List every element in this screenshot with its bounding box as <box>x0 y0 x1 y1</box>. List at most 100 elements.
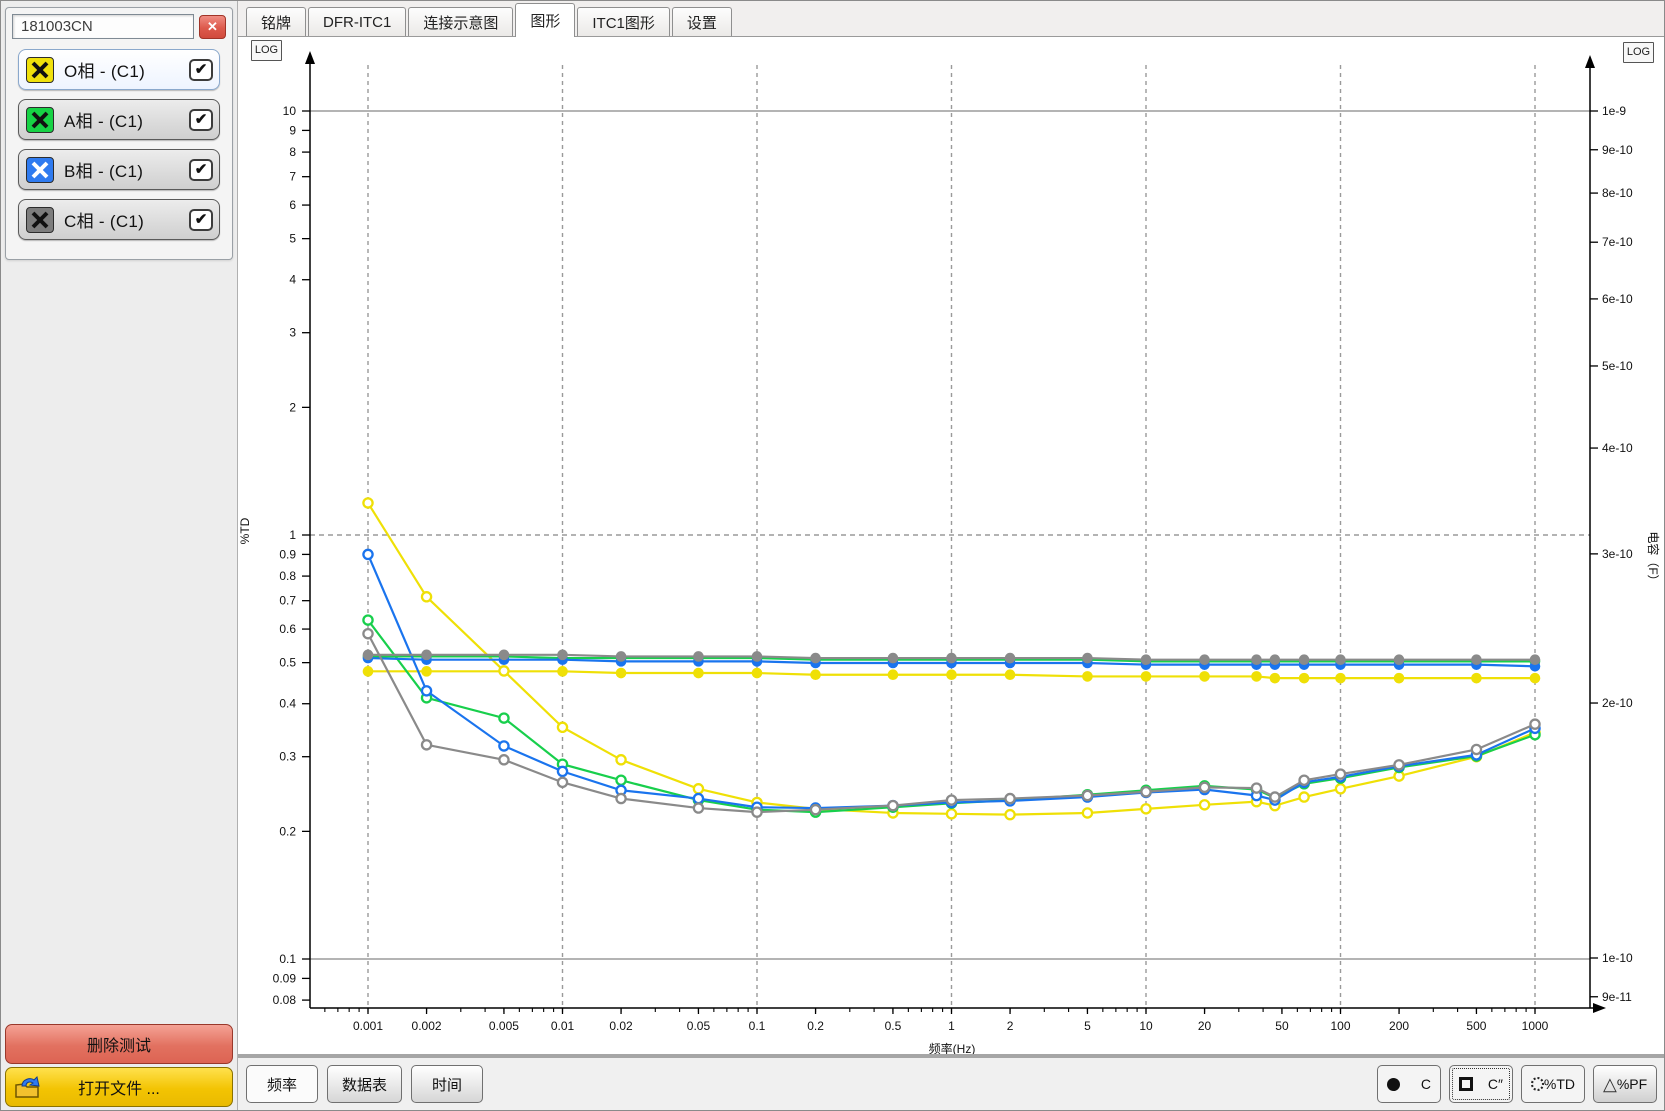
cap-data-point <box>1141 671 1152 682</box>
td-data-point <box>616 776 625 785</box>
axis-mode-数据表-button[interactable]: 数据表 <box>327 1065 402 1103</box>
svg-text:7e-10: 7e-10 <box>1602 235 1633 249</box>
cap-data-point <box>421 666 432 677</box>
cap-data-point <box>888 653 899 664</box>
td-data-point <box>558 723 567 732</box>
series-visibility-checkbox[interactable]: ✔ <box>189 209 213 231</box>
cap-data-point <box>616 668 627 679</box>
legend-list: O相 - (C1)✔ A相 - (C1)✔ B相 - (C1)✔ C相 - (C1)✔ <box>12 49 226 240</box>
svg-text:8: 8 <box>289 145 296 159</box>
td-data-point <box>1141 787 1150 796</box>
cap-data-point <box>1471 654 1482 665</box>
log-scale-left-button[interactable]: LOG <box>251 40 282 61</box>
cap-data-point <box>810 669 821 680</box>
tab-连接示意图[interactable]: 连接示意图 <box>408 7 513 36</box>
cap-data-point <box>1082 671 1093 682</box>
svg-text:1e-10: 1e-10 <box>1602 951 1633 965</box>
log-scale-right-button[interactable]: LOG <box>1623 42 1654 63</box>
series-x-icon <box>26 57 54 83</box>
cap-data-point <box>363 650 374 661</box>
svg-text:4: 4 <box>289 273 296 287</box>
td-data-point <box>1252 783 1261 792</box>
td-data-point <box>558 767 567 776</box>
legend-item-B-phase[interactable]: B相 - (C1)✔ <box>18 149 220 190</box>
svg-text:20: 20 <box>1198 1019 1212 1033</box>
cap-data-point <box>1299 673 1310 684</box>
svg-text:0.08: 0.08 <box>273 993 297 1007</box>
td-data-point <box>616 755 625 764</box>
svg-text:200: 200 <box>1389 1019 1409 1033</box>
tab-ITC1图形[interactable]: ITC1图形 <box>577 7 670 36</box>
svg-text:0.2: 0.2 <box>279 824 296 838</box>
tab-铭牌[interactable]: 铭牌 <box>246 7 306 36</box>
sidebar: 181003CN ✕ O相 - (C1)✔ A相 - (C1)✔ B相 - (C1)… <box>1 1 238 1110</box>
legend-item-A-phase[interactable]: A相 - (C1)✔ <box>18 99 220 140</box>
toggle-percent-td-button[interactable]: %TD <box>1521 1065 1585 1103</box>
td-data-point <box>422 740 431 749</box>
svg-text:0.001: 0.001 <box>353 1019 383 1033</box>
toggle-c-double-prime-button[interactable]: C″ <box>1449 1065 1513 1103</box>
svg-text:0.09: 0.09 <box>273 971 297 985</box>
tab-DFR-ITC1[interactable]: DFR-ITC1 <box>308 7 406 36</box>
cap-data-point <box>1270 654 1281 665</box>
td-data-point <box>363 550 372 559</box>
toggle-label: %TD <box>1544 1076 1575 1092</box>
td-data-point <box>1394 760 1403 769</box>
svg-text:0.3: 0.3 <box>279 750 296 764</box>
td-data-point <box>1200 783 1209 792</box>
td-data-point <box>1200 800 1209 809</box>
td-data-point <box>1300 776 1309 785</box>
open-folder-icon <box>14 1075 42 1105</box>
legend-item-C-phase[interactable]: C相 - (C1)✔ <box>18 199 220 240</box>
svg-text:1: 1 <box>289 528 296 542</box>
svg-text:1000: 1000 <box>1522 1019 1549 1033</box>
cap-data-point <box>557 650 568 661</box>
cap-data-point <box>1005 653 1016 664</box>
open-file-button[interactable]: 打开文件 ... <box>5 1067 233 1107</box>
series-visibility-checkbox[interactable]: ✔ <box>189 159 213 181</box>
cap-data-point <box>693 668 704 679</box>
tab-图形[interactable]: 图形 <box>515 3 575 37</box>
svg-text:7: 7 <box>289 170 296 184</box>
toggle-capacitance-button[interactable]: C <box>1377 1065 1441 1103</box>
td-data-point <box>499 713 508 722</box>
cap-data-point <box>752 668 763 679</box>
cap-data-point <box>946 653 957 664</box>
td-data-point <box>1300 792 1309 801</box>
dfr-chart: 109876543210.90.80.70.60.50.40.30.20.10.… <box>238 37 1664 1054</box>
cap-data-point <box>1471 673 1482 684</box>
axis-mode-时间-button[interactable]: 时间 <box>411 1065 483 1103</box>
test-id-field[interactable]: 181003CN <box>12 14 194 39</box>
cap-data-point <box>421 650 432 661</box>
main-area: 铭牌DFR-ITC1连接示意图图形ITC1图形设置 109876543210.9… <box>238 1 1664 1110</box>
svg-text:1: 1 <box>948 1019 955 1033</box>
td-data-point <box>694 794 703 803</box>
square-icon <box>1459 1077 1473 1091</box>
svg-text:5e-10: 5e-10 <box>1602 359 1633 373</box>
close-test-button[interactable]: ✕ <box>199 15 226 39</box>
td-data-point <box>947 796 956 805</box>
svg-text:0.4: 0.4 <box>279 697 296 711</box>
chart-axes: 109876543210.90.80.70.60.50.40.30.20.10.… <box>238 51 1661 1054</box>
axis-mode-频率-button[interactable]: 频率 <box>246 1065 318 1103</box>
x-axis-title: 频率(Hz) <box>929 1041 976 1054</box>
cap-data-point <box>946 669 957 680</box>
tab-设置[interactable]: 设置 <box>672 7 732 36</box>
series-visibility-checkbox[interactable]: ✔ <box>189 109 213 131</box>
app-window: 181003CN ✕ O相 - (C1)✔ A相 - (C1)✔ B相 - (C1)… <box>0 0 1665 1111</box>
svg-text:0.1: 0.1 <box>279 952 296 966</box>
toggle-percent-pf-button[interactable]: △ %PF <box>1593 1065 1657 1103</box>
td-data-point <box>1270 792 1279 801</box>
svg-text:5: 5 <box>1084 1019 1091 1033</box>
svg-text:4e-10: 4e-10 <box>1602 441 1633 455</box>
tab-bar: 铭牌DFR-ITC1连接示意图图形ITC1图形设置 <box>238 1 1664 37</box>
series-visibility-checkbox[interactable]: ✔ <box>189 59 213 81</box>
legend-item-O-phase[interactable]: O相 - (C1)✔ <box>18 49 220 90</box>
chart-gridlines <box>310 65 1590 1008</box>
x-axis-mode-buttons: 频率数据表时间 <box>246 1065 483 1103</box>
delete-test-button[interactable]: 删除测试 <box>5 1024 233 1064</box>
svg-text:10: 10 <box>1139 1019 1153 1033</box>
svg-text:8e-10: 8e-10 <box>1602 186 1633 200</box>
td-data-point <box>1083 791 1092 800</box>
toggle-label: C <box>1421 1076 1431 1092</box>
